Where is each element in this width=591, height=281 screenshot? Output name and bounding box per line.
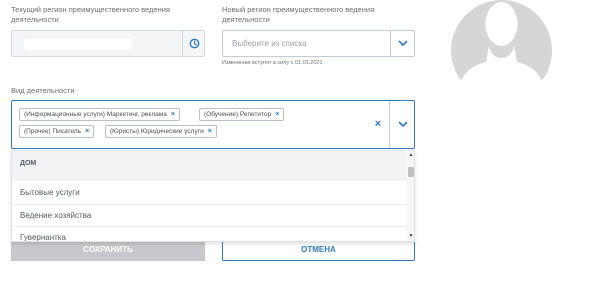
dropdown-option[interactable]: Бытовые услуги: [12, 182, 406, 204]
activity-dropdown-toggle[interactable]: [390, 101, 415, 148]
new-region-placeholder: Выберите из списка: [232, 39, 307, 48]
activity-chip: (Информационные услуги) Маркетинг, рекла…: [19, 108, 180, 121]
chip-label: (Юристы) Юридические услуги: [110, 128, 204, 135]
current-region-field: [11, 30, 205, 57]
avatar-placeholder-icon: [451, 0, 552, 101]
activity-dropdown-list[interactable]: ДОМ Бытовые услуги Ведение хозяйства Гув…: [11, 150, 415, 242]
new-region-label: Новый регион преимущественного ведения д…: [222, 5, 375, 24]
history-icon: [189, 38, 199, 49]
chevron-down-icon: [398, 121, 407, 127]
scroll-down-icon[interactable]: ▼: [408, 233, 414, 239]
dropdown-group-header: ДОМ: [12, 151, 406, 181]
chevron-down-icon: [398, 40, 408, 46]
activity-chip: (Обучение) Репетитор ×: [199, 108, 285, 121]
activity-chip: (Прочее) Писатель ×: [19, 125, 95, 138]
current-region-value: [24, 39, 132, 50]
chip-remove-icon[interactable]: ×: [171, 109, 175, 120]
chip-remove-icon[interactable]: ×: [275, 109, 279, 120]
chip-remove-icon[interactable]: ×: [208, 126, 212, 137]
new-region-dropdown-toggle[interactable]: [391, 31, 415, 56]
chip-label: (Информационные услуги) Маркетинг, рекла…: [24, 111, 167, 118]
activity-multiselect[interactable]: (Информационные услуги) Маркетинг, рекла…: [11, 100, 415, 149]
dropdown-option[interactable]: Гувернантка: [12, 226, 406, 241]
dropdown-scrollbar[interactable]: ▲ ▼: [407, 151, 414, 241]
chip-remove-icon[interactable]: ×: [85, 126, 89, 137]
activity-label: Вид деятельности: [11, 86, 75, 95]
activity-chip: (Юристы) Юридические услуги ×: [105, 125, 217, 138]
current-region-label: Текущий регион преимущественного ведения…: [11, 5, 170, 24]
clear-all-icon[interactable]: ×: [370, 115, 386, 133]
chip-label: (Обучение) Репетитор: [204, 111, 272, 118]
new-region-select[interactable]: Выберите из списка: [222, 30, 415, 57]
history-button[interactable]: [183, 31, 205, 56]
chip-label: (Прочее) Писатель: [24, 128, 82, 135]
avatar: [451, 0, 552, 101]
scroll-thumb[interactable]: [408, 167, 414, 177]
effective-date-note: Изменения вступят в силу с 01.01.2021: [222, 60, 323, 66]
scroll-up-icon[interactable]: ▲: [408, 152, 414, 158]
dropdown-option[interactable]: Ведение хозяйства: [12, 204, 406, 226]
